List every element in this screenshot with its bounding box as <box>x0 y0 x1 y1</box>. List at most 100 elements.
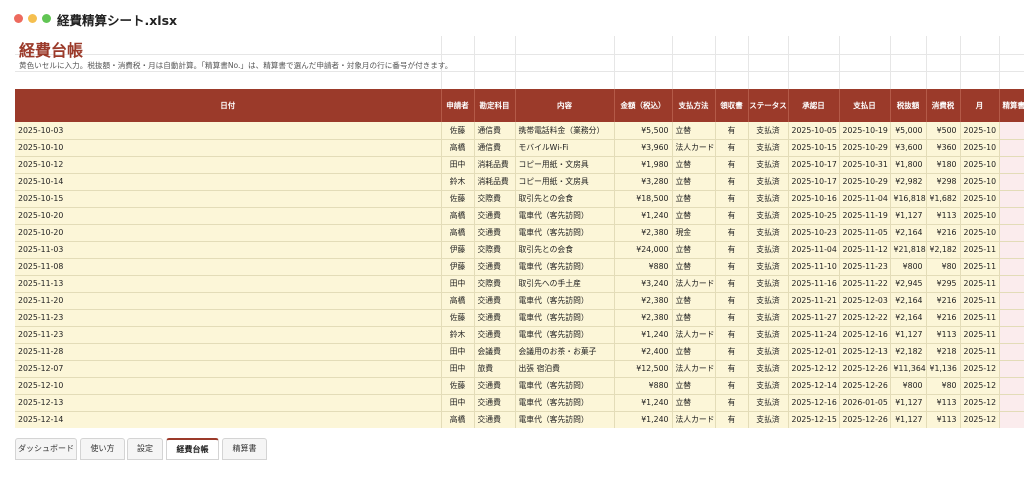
table-row[interactable]: 2025-11-08 伊藤 交通費 電車代（客先訪問） ¥880 立替有支払済 2025-1… <box>15 258 1024 276</box>
cell-approval-date[interactable]: 2025-10-23 <box>788 224 840 242</box>
cell-payment-date[interactable]: 2025-12-26 <box>839 377 891 395</box>
cell-applicant[interactable]: 高橋 <box>441 207 475 225</box>
cell-approval-date[interactable]: 2025-11-24 <box>788 326 840 344</box>
table-row[interactable]: 2025-12-07 田中 旅費 出張 宿泊費 ¥12,500 法人カード有支払済 2025… <box>15 360 1024 378</box>
cell-month[interactable]: 2025-10 <box>960 190 1000 208</box>
cell-receipt[interactable]: 有 <box>715 360 749 378</box>
cell-receipt[interactable]: 有 <box>715 156 749 174</box>
cell-statement-no[interactable] <box>999 122 1024 140</box>
cell-receipt[interactable]: 有 <box>715 258 749 276</box>
cell-month[interactable]: 2025-10 <box>960 122 1000 140</box>
cell-status[interactable]: 支払済 <box>748 292 789 310</box>
maximize-window-button[interactable] <box>42 14 51 23</box>
cell-description[interactable]: 携帯電話料金（業務分） <box>515 122 615 140</box>
cell-receipt[interactable]: 有 <box>715 275 749 293</box>
cell-payment-method[interactable]: 法人カード <box>672 326 716 344</box>
cell-net-amount[interactable]: ¥1,127 <box>890 326 927 344</box>
cell-net-amount[interactable]: ¥3,600 <box>890 139 927 157</box>
cell-receipt[interactable]: 有 <box>715 207 749 225</box>
cell-tax[interactable]: ¥113 <box>926 411 961 428</box>
cell-payment-date[interactable]: 2025-12-13 <box>839 343 891 361</box>
cell-description[interactable]: 電車代（客先訪問） <box>515 411 615 428</box>
cell-tax[interactable]: ¥180 <box>926 156 961 174</box>
cell-tax[interactable]: ¥216 <box>926 292 961 310</box>
cell-statement-no[interactable] <box>999 190 1024 208</box>
cell-tax[interactable]: ¥80 <box>926 258 961 276</box>
cell-amount[interactable]: ¥1,240 <box>614 207 673 225</box>
cell-date[interactable]: 2025-12-13 <box>15 394 442 412</box>
column-header-amount[interactable]: 金額（税込） <box>614 89 673 122</box>
cell-account[interactable]: 交際費 <box>474 190 516 208</box>
cell-amount[interactable]: ¥5,500 <box>614 122 673 140</box>
cell-net-amount[interactable]: ¥1,127 <box>890 411 927 428</box>
column-header-payment-date[interactable]: 支払日 <box>839 89 891 122</box>
column-header-description[interactable]: 内容 <box>515 89 615 122</box>
cell-net-amount[interactable]: ¥1,127 <box>890 394 927 412</box>
cell-date[interactable]: 2025-10-03 <box>15 122 442 140</box>
cell-receipt[interactable]: 有 <box>715 326 749 344</box>
cell-statement-no[interactable] <box>999 275 1024 293</box>
cell-month[interactable]: 2025-11 <box>960 309 1000 327</box>
cell-payment-method[interactable]: 立替 <box>672 258 716 276</box>
cell-payment-date[interactable]: 2025-11-23 <box>839 258 891 276</box>
cell-approval-date[interactable]: 2025-12-12 <box>788 360 840 378</box>
cell-net-amount[interactable]: ¥2,182 <box>890 343 927 361</box>
column-header-statement-no[interactable]: 精算書 <box>999 89 1024 122</box>
cell-statement-no[interactable] <box>999 224 1024 242</box>
cell-net-amount[interactable]: ¥1,127 <box>890 207 927 225</box>
cell-statement-no[interactable] <box>999 326 1024 344</box>
cell-amount[interactable]: ¥3,280 <box>614 173 673 191</box>
table-row[interactable]: 2025-10-14 鈴木 消耗品費 コピー用紙・文房具 ¥3,280 立替有支払済 202… <box>15 173 1024 191</box>
cell-amount[interactable]: ¥18,500 <box>614 190 673 208</box>
cell-account[interactable]: 交通費 <box>474 292 516 310</box>
cell-date[interactable]: 2025-11-23 <box>15 309 442 327</box>
cell-payment-method[interactable]: 立替 <box>672 190 716 208</box>
cell-payment-date[interactable]: 2026-01-05 <box>839 394 891 412</box>
cell-receipt[interactable]: 有 <box>715 292 749 310</box>
cell-status[interactable]: 支払済 <box>748 173 789 191</box>
cell-account[interactable]: 会議費 <box>474 343 516 361</box>
cell-tax[interactable]: ¥113 <box>926 394 961 412</box>
cell-payment-method[interactable]: 立替 <box>672 292 716 310</box>
cell-description[interactable]: 電車代（客先訪問） <box>515 224 615 242</box>
cell-payment-method[interactable]: 法人カード <box>672 139 716 157</box>
cell-payment-date[interactable]: 2025-11-04 <box>839 190 891 208</box>
cell-payment-method[interactable]: 法人カード <box>672 275 716 293</box>
cell-account[interactable]: 交際費 <box>474 241 516 259</box>
cell-description[interactable]: 電車代（客先訪問） <box>515 309 615 327</box>
cell-approval-date[interactable]: 2025-12-01 <box>788 343 840 361</box>
cell-description[interactable]: コピー用紙・文房具 <box>515 156 615 174</box>
cell-account[interactable]: 通信費 <box>474 122 516 140</box>
tab-settings[interactable]: 設定 <box>127 438 163 460</box>
cell-payment-date[interactable]: 2025-12-16 <box>839 326 891 344</box>
cell-status[interactable]: 支払済 <box>748 309 789 327</box>
cell-receipt[interactable]: 有 <box>715 190 749 208</box>
cell-amount[interactable]: ¥880 <box>614 377 673 395</box>
table-row[interactable]: 2025-11-23 佐藤 交通費 電車代（客先訪問） ¥2,380 立替有支払済 2025… <box>15 309 1024 327</box>
column-header-net-amount[interactable]: 税抜額 <box>890 89 927 122</box>
cell-approval-date[interactable]: 2025-10-25 <box>788 207 840 225</box>
cell-month[interactable]: 2025-11 <box>960 343 1000 361</box>
cell-date[interactable]: 2025-10-15 <box>15 190 442 208</box>
cell-statement-no[interactable] <box>999 411 1024 428</box>
cell-receipt[interactable]: 有 <box>715 377 749 395</box>
tab-dashboard[interactable]: ダッシュボード <box>15 438 77 460</box>
cell-amount[interactable]: ¥2,400 <box>614 343 673 361</box>
table-row[interactable]: 2025-11-23 鈴木 交通費 電車代（客先訪問） ¥1,240 法人カード有支払済 2… <box>15 326 1024 344</box>
cell-net-amount[interactable]: ¥800 <box>890 377 927 395</box>
cell-statement-no[interactable] <box>999 207 1024 225</box>
cell-receipt[interactable]: 有 <box>715 173 749 191</box>
cell-approval-date[interactable]: 2025-10-16 <box>788 190 840 208</box>
cell-account[interactable]: 交際費 <box>474 275 516 293</box>
cell-amount[interactable]: ¥2,380 <box>614 309 673 327</box>
cell-amount[interactable]: ¥3,960 <box>614 139 673 157</box>
cell-account[interactable]: 交通費 <box>474 326 516 344</box>
cell-applicant[interactable]: 鈴木 <box>441 173 475 191</box>
cell-payment-method[interactable]: 立替 <box>672 156 716 174</box>
cell-date[interactable]: 2025-11-03 <box>15 241 442 259</box>
cell-date[interactable]: 2025-11-28 <box>15 343 442 361</box>
cell-applicant[interactable]: 田中 <box>441 156 475 174</box>
minimize-window-button[interactable] <box>28 14 37 23</box>
cell-status[interactable]: 支払済 <box>748 190 789 208</box>
cell-approval-date[interactable]: 2025-12-15 <box>788 411 840 428</box>
